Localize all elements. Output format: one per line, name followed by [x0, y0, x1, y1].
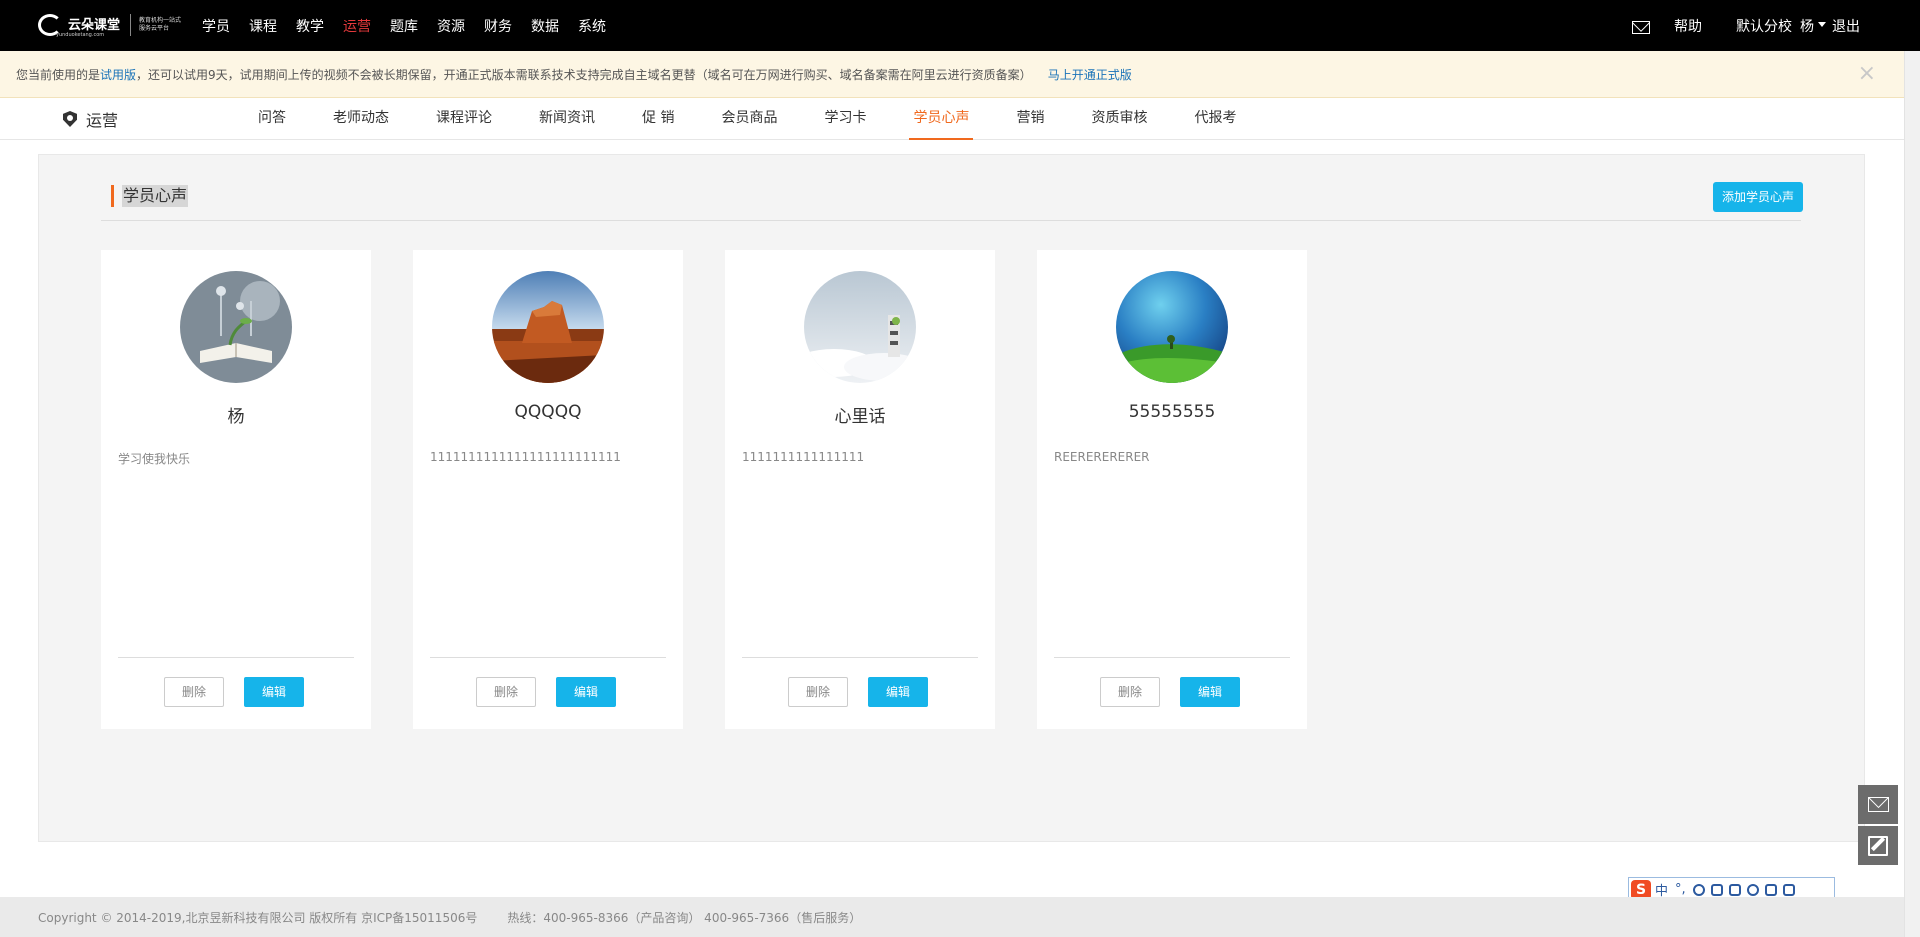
logo-slogan: 教育机构一站式服务云平台: [139, 17, 182, 32]
edit-button[interactable]: 编辑: [556, 677, 616, 707]
add-student-voice-button[interactable]: 添加学员心声: [1713, 182, 1803, 212]
card-divider: [742, 657, 978, 658]
nav-item-resources[interactable]: 资源: [437, 16, 465, 36]
nav-item-finance[interactable]: 财务: [484, 16, 512, 36]
content-panel: 学员心声 添加学员心声 杨 学习使我快乐 删除 编辑 QQQQQ 1111111…: [38, 154, 1865, 842]
tab-study-card[interactable]: 学习卡: [820, 98, 870, 140]
delete-button[interactable]: 删除: [1100, 677, 1160, 707]
keyboard-icon[interactable]: [1728, 883, 1741, 896]
logo-url: yunduoketang.com: [56, 32, 105, 38]
edit-icon: [1868, 836, 1888, 856]
tab-promotion[interactable]: 促 销: [638, 98, 678, 140]
main-nav: 学员 课程 教学 运营 题库 资源 财务 数据 系统: [202, 0, 625, 51]
skin-icon[interactable]: [1764, 883, 1777, 896]
nav-item-data[interactable]: 数据: [531, 16, 559, 36]
logo-divider: [130, 14, 132, 36]
card-name: QQQQQ: [514, 402, 582, 422]
voice-card: 心里话 1111111111111111 删除 编辑: [725, 250, 995, 729]
chevron-down-icon[interactable]: [1818, 22, 1826, 27]
tab-qa[interactable]: 问答: [254, 98, 290, 140]
card-name: 杨: [227, 407, 245, 427]
open-official-link[interactable]: 马上开通正式版: [1048, 66, 1132, 83]
section-header: 学员心声 添加学员心声: [101, 182, 1803, 221]
logout-link[interactable]: 退出: [1832, 16, 1860, 36]
footer-copyright: Copyright © 2014-2019,北京昱新科技有限公司 版权所有 京I…: [38, 910, 478, 925]
nav-item-students[interactable]: 学员: [202, 16, 230, 36]
toolbox-icon[interactable]: [1782, 883, 1795, 896]
trial-notice: 您当前使用的是 试用版 ，还可以试用9天，试用期间上传的视频不会被长期保留，开通…: [0, 51, 1904, 98]
nav-item-system[interactable]: 系统: [578, 16, 606, 36]
footer: Copyright © 2014-2019,北京昱新科技有限公司 版权所有 京I…: [0, 897, 1904, 937]
card-text: 学习使我快乐: [118, 452, 191, 466]
avatar: [1116, 271, 1228, 383]
tab-student-voices[interactable]: 学员心声: [909, 98, 974, 140]
tab-teacher-news[interactable]: 老师动态: [329, 98, 393, 140]
float-feedback-button[interactable]: [1858, 826, 1898, 865]
logo[interactable]: 云朵课堂 yunduoketang.com 教育机构一站式服务云平台: [38, 8, 183, 42]
mail-icon[interactable]: [1632, 20, 1650, 34]
close-icon[interactable]: ×: [1858, 63, 1876, 85]
mail-icon: [1868, 797, 1889, 812]
edit-button[interactable]: 编辑: [1180, 677, 1240, 707]
notice-body: ，还可以试用9天，试用期间上传的视频不会被长期保留，开通正式版本需联系技术支持完…: [136, 67, 1032, 82]
avatar: [492, 271, 604, 383]
top-navbar: 云朵课堂 yunduoketang.com 教育机构一站式服务云平台 学员 课程…: [0, 0, 1920, 51]
user-icon[interactable]: [1746, 883, 1759, 896]
nav-item-courses[interactable]: 课程: [249, 16, 277, 36]
tab-exam-registration[interactable]: 代报考: [1190, 98, 1240, 140]
logo-title: 云朵课堂: [68, 17, 121, 33]
float-message-button[interactable]: [1858, 785, 1898, 824]
ime-punctuation-toggle[interactable]: °,: [1675, 882, 1686, 897]
avatar: [804, 271, 916, 383]
emoji-icon[interactable]: [1692, 883, 1705, 896]
username[interactable]: 杨: [1800, 16, 1814, 36]
voice-card-list: 杨 学习使我快乐 删除 编辑 QQQQQ 1111111111111111111…: [101, 250, 1349, 729]
section-title: 学员心声: [122, 185, 189, 207]
delete-button[interactable]: 删除: [476, 677, 536, 707]
card-divider: [118, 657, 354, 658]
card-divider: [430, 657, 666, 658]
nav-item-operations[interactable]: 运营: [343, 16, 371, 36]
voice-card: 杨 学习使我快乐 删除 编辑: [101, 250, 371, 729]
subnav-title: 运营: [63, 98, 118, 140]
delete-button[interactable]: 删除: [164, 677, 224, 707]
card-divider: [1054, 657, 1290, 658]
subnav-tabs: 问答 老师动态 课程评论 新闻资讯 促 销 会员商品 学习卡 学员心声 营销 资…: [254, 98, 1279, 140]
notice-prefix: 您当前使用的是: [16, 67, 101, 82]
tab-course-reviews[interactable]: 课程评论: [432, 98, 496, 140]
nav-item-teaching[interactable]: 教学: [296, 16, 324, 36]
top-right-menu: 帮助 默认分校 杨 退出: [1632, 0, 1860, 51]
tab-marketing[interactable]: 营销: [1012, 98, 1048, 140]
trial-edition-link[interactable]: 试用版: [100, 66, 136, 83]
tab-member-goods[interactable]: 会员商品: [717, 98, 781, 140]
shield-icon: [63, 111, 77, 127]
nav-item-question-bank[interactable]: 题库: [390, 16, 418, 36]
edit-button[interactable]: 编辑: [244, 677, 304, 707]
card-text: 1111111111111111: [742, 450, 865, 464]
edit-button[interactable]: 编辑: [868, 677, 928, 707]
footer-hotline: 热线：400-965-8366（产品咨询） 400-965-7366（售后服务）: [507, 910, 862, 925]
subnav-title-label: 运营: [86, 111, 119, 130]
section-accent-bar: [111, 185, 114, 207]
card-text: REERERERERER: [1054, 450, 1150, 464]
tab-news[interactable]: 新闻资讯: [535, 98, 599, 140]
card-text: 1111111111111111111111111: [430, 450, 621, 464]
page-scrollbar[interactable]: [1904, 51, 1920, 937]
voice-card: 55555555 REERERERERER 删除 编辑: [1037, 250, 1307, 729]
tab-qualification-review[interactable]: 资质审核: [1087, 98, 1151, 140]
delete-button[interactable]: 删除: [788, 677, 848, 707]
microphone-icon[interactable]: [1710, 883, 1723, 896]
help-link[interactable]: 帮助: [1674, 16, 1702, 36]
card-name: 心里话: [834, 407, 886, 427]
sub-nav: 运营 问答 老师动态 课程评论 新闻资讯 促 销 会员商品 学习卡 学员心声 营…: [0, 98, 1904, 140]
campus-selector[interactable]: 默认分校: [1736, 16, 1792, 36]
card-name: 55555555: [1128, 402, 1216, 422]
avatar: [180, 271, 292, 383]
voice-card: QQQQQ 1111111111111111111111111 删除 编辑: [413, 250, 683, 729]
